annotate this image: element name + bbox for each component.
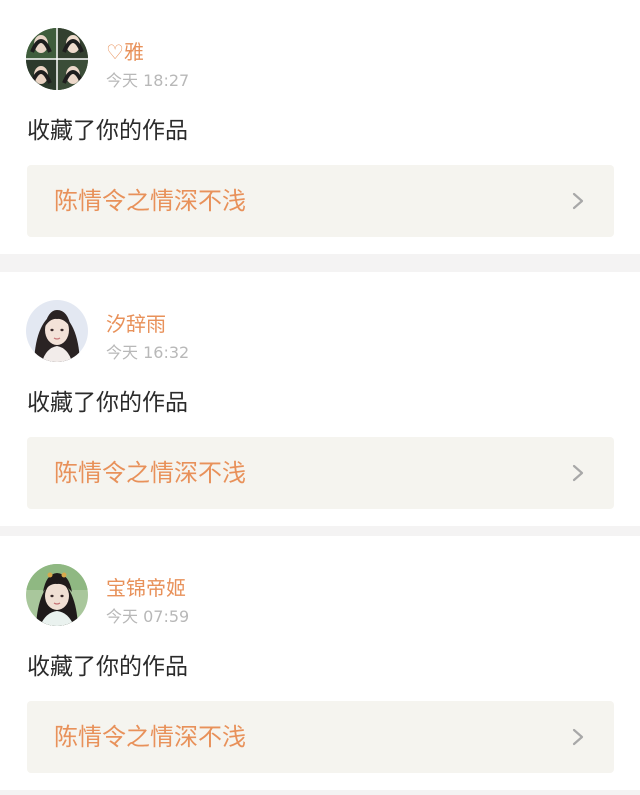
action-text: 收藏了你的作品 bbox=[27, 118, 188, 144]
work-title: 陈情令之情深不浅 bbox=[54, 723, 246, 751]
notification-feed: ♡雅 今天 18:27 收藏了你的作品 陈情令之情深不浅 汐辞雨 今天 16:3… bbox=[0, 0, 640, 795]
work-link-card[interactable]: 陈情令之情深不浅 bbox=[27, 165, 614, 237]
username[interactable]: ♡雅 bbox=[106, 38, 144, 66]
avatar[interactable] bbox=[26, 28, 88, 90]
work-title: 陈情令之情深不浅 bbox=[54, 187, 246, 215]
username[interactable]: 汐辞雨 bbox=[106, 310, 166, 338]
avatar[interactable] bbox=[26, 300, 88, 362]
action-text: 收藏了你的作品 bbox=[27, 390, 188, 416]
chevron-right-icon bbox=[572, 728, 584, 746]
username[interactable]: 宝锦帝姬 bbox=[106, 574, 186, 602]
notification-card: 宝锦帝姬 今天 07:59 收藏了你的作品 陈情令之情深不浅 bbox=[0, 536, 640, 790]
chevron-right-icon bbox=[572, 464, 584, 482]
work-link-card[interactable]: 陈情令之情深不浅 bbox=[27, 437, 614, 509]
chevron-right-icon bbox=[572, 192, 584, 210]
action-text: 收藏了你的作品 bbox=[27, 654, 188, 680]
notification-card: ♡雅 今天 18:27 收藏了你的作品 陈情令之情深不浅 bbox=[0, 0, 640, 254]
work-link-card[interactable]: 陈情令之情深不浅 bbox=[27, 701, 614, 773]
work-title: 陈情令之情深不浅 bbox=[54, 459, 246, 487]
notification-card: 汐辞雨 今天 16:32 收藏了你的作品 陈情令之情深不浅 bbox=[0, 272, 640, 526]
timestamp: 今天 18:27 bbox=[106, 71, 190, 90]
timestamp: 今天 07:59 bbox=[106, 607, 190, 626]
timestamp: 今天 16:32 bbox=[106, 343, 190, 362]
avatar[interactable] bbox=[26, 564, 88, 626]
